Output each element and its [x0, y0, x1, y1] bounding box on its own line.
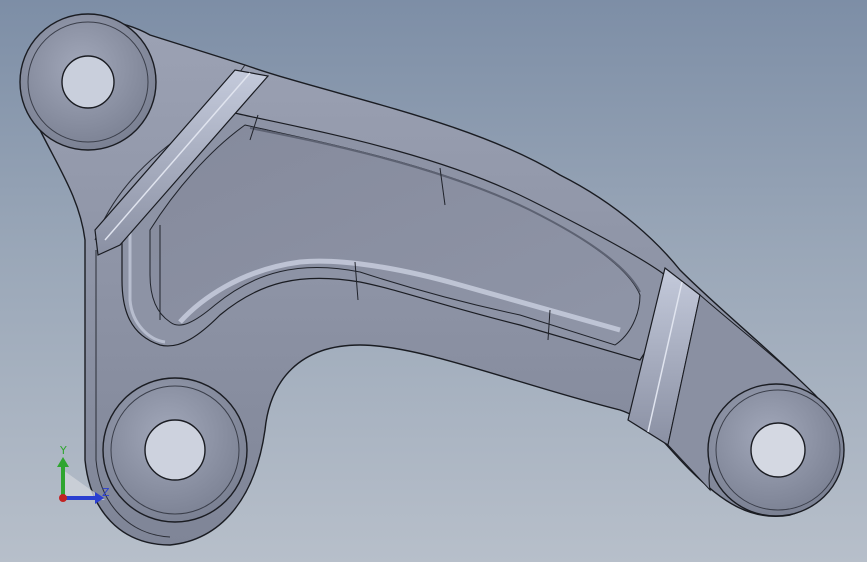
hole-bottom-left[interactable]	[144, 419, 206, 481]
boss-right	[707, 383, 845, 517]
hole-top-left[interactable]	[61, 55, 115, 109]
triad-y-arrow	[57, 457, 69, 467]
cad-graphics-viewport[interactable]: Y Z	[0, 0, 867, 562]
triad-origin	[59, 494, 67, 502]
triad-y-label: Y	[59, 444, 67, 457]
hole-right[interactable]	[750, 422, 806, 478]
boss-bottom-left	[102, 377, 248, 523]
bracket-part-model[interactable]: Y Z	[0, 0, 867, 562]
triad-z-label: Z	[102, 486, 110, 499]
boss-top-left	[19, 13, 157, 151]
